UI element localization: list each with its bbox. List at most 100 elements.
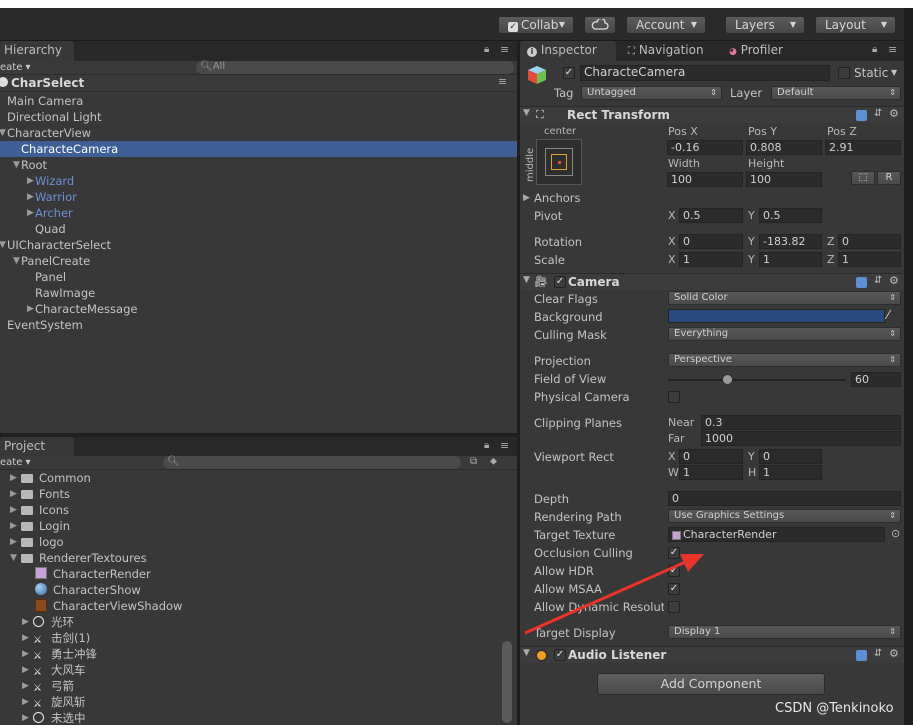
hierarchy-item[interactable]: Panel [0,269,517,285]
gameobject-name-field[interactable]: CharacteCamera [580,65,830,81]
project-item[interactable]: CharacterShow [0,582,500,598]
rendering-path-dropdown[interactable]: Use Graphics Settings ⇕ [668,509,901,523]
rect-transform-header[interactable]: ▼ ⛶ Rect Transform ⇵ ⚙ [520,106,904,123]
gameobject-active-checkbox[interactable]: ✓ [563,67,575,79]
add-component-button[interactable]: Add Component [597,673,825,695]
project-item[interactable]: ▶ Icons [0,502,500,518]
help-icon[interactable] [856,110,867,121]
layer-dropdown[interactable]: Default ⇕ [771,86,901,100]
pos-y-field[interactable]: 0.808 [746,140,822,155]
expand-arrow-down-icon[interactable]: ▼ [13,157,20,173]
project-item[interactable]: ▶ ⚔ 弓箭 [0,678,500,694]
rotation-z-field[interactable]: 0 [838,234,901,249]
projection-dropdown[interactable]: Perspective ⇕ [668,353,901,367]
preset-icon[interactable]: ⇵ [874,108,882,119]
expand-arrow-down-icon[interactable]: ▼ [0,237,6,253]
project-item[interactable]: ▶ ⚔ 击剑(1) [0,630,500,646]
project-item[interactable]: ▼ RendererTextoures [0,550,500,566]
scene-header[interactable]: CharSelect ≡ [0,75,517,92]
hierarchy-search-input[interactable]: 🔍︎All [196,61,514,74]
settings-gear-icon[interactable]: ⚙ [889,107,899,120]
help-icon[interactable] [856,650,867,661]
project-item[interactable]: ▶ 未选中 [0,710,500,725]
settings-gear-icon[interactable]: ⚙ [889,647,899,660]
hierarchy-item[interactable]: ▶ CharacteMessage [0,301,517,317]
fov-value-field[interactable]: 60 [851,372,901,387]
fov-slider-thumb[interactable] [721,374,733,385]
tab-hierarchy[interactable]: Hierarchy [0,41,74,61]
tab-profiler[interactable]: ◕ Profiler [725,41,805,61]
object-picker-icon[interactable]: ⊙ [891,527,900,540]
project-create-dropdown[interactable]: eate ▾ [0,456,31,469]
expand-arrow-right-icon[interactable]: ▶ [27,301,34,317]
pivot-x-field[interactable]: 0.5 [679,208,743,223]
collapse-arrow-icon[interactable]: ▼ [523,275,530,285]
account-button[interactable]: Account ▼ [626,16,706,34]
expand-arrow-right-icon[interactable]: ▶ [22,662,29,678]
project-item[interactable]: CharacterRender [0,566,500,582]
filter-by-label-icon[interactable]: ⬥ [490,456,497,467]
expand-arrow-right-icon[interactable]: ▶ [22,646,29,662]
expand-arrow-right-icon[interactable]: ▶ [10,534,17,550]
hierarchy-item[interactable]: ▶ Warrior [0,189,517,205]
scene-menu-icon[interactable]: ≡ [498,75,507,88]
static-checkbox[interactable] [838,67,850,79]
expand-arrow-down-icon[interactable]: ▼ [10,550,17,566]
expand-arrow-down-icon[interactable]: ▼ [13,253,20,269]
lock-icon[interactable]: 🔒︎ [872,44,877,55]
project-scrollbar[interactable] [502,641,512,723]
rotation-y-field[interactable]: -183.82 [759,234,822,249]
scale-x-field[interactable]: 1 [679,252,743,267]
collab-button[interactable]: ✓ Collab ▼ [498,16,574,34]
expand-arrow-right-icon[interactable]: ▶ [27,173,34,189]
panel-menu-icon[interactable]: ≡ [500,439,509,452]
expand-arrow-right-icon[interactable]: ▶ [22,710,29,725]
physical-camera-checkbox[interactable] [668,391,680,403]
pivot-y-field[interactable]: 0.5 [759,208,822,223]
expand-arrow-right-icon[interactable]: ▶ [10,470,17,486]
depth-field[interactable]: 0 [668,491,901,506]
expand-arrow-right-icon[interactable]: ▶ [22,694,29,710]
pos-x-field[interactable]: -0.16 [667,140,743,155]
tab-project[interactable]: Project [0,437,74,457]
project-search-input[interactable]: 🔍︎ [163,456,461,469]
layers-button[interactable]: Layers ▼ [725,16,805,34]
project-item[interactable]: ▶ logo [0,534,500,550]
lock-icon[interactable]: 🔒︎ [484,44,489,55]
viewport-y-field[interactable]: 0 [759,449,822,464]
viewport-h-field[interactable]: 1 [759,465,822,480]
panel-menu-icon[interactable]: ≡ [500,43,509,56]
expand-arrow-right-icon[interactable]: ▶ [10,518,17,534]
expand-arrow-right-icon[interactable]: ▶ [22,614,29,630]
lock-icon[interactable]: 🔒︎ [484,440,489,451]
culling-mask-dropdown[interactable]: Everything ⇕ [668,327,901,341]
expand-arrow-right-icon[interactable]: ▶ [27,189,34,205]
expand-arrow-icon[interactable]: ▶ [523,191,530,205]
panel-menu-icon[interactable]: ≡ [888,43,897,56]
background-color-field[interactable] [668,309,885,323]
expand-arrow-right-icon[interactable]: ▶ [10,502,17,518]
preset-icon[interactable]: ⇵ [874,648,882,659]
hierarchy-item[interactable]: Directional Light [0,109,517,125]
blueprint-mode-button[interactable]: ⬚ [851,171,875,185]
hierarchy-item[interactable]: Main Camera [0,93,517,109]
project-item[interactable]: ▶ ⚔ 大风车 [0,662,500,678]
pos-z-field[interactable]: 2.91 [825,140,901,155]
near-field[interactable]: 0.3 [701,415,901,430]
settings-gear-icon[interactable]: ⚙ [889,274,899,287]
expand-arrow-right-icon[interactable]: ▶ [10,486,17,502]
project-item[interactable]: ▶ ⚔ 旋风斩 [0,694,500,710]
project-item[interactable]: ▶ 光环 [0,614,500,630]
hierarchy-item[interactable]: CharacteCamera [0,141,517,157]
hierarchy-item[interactable]: RawImage [0,285,517,301]
hierarchy-item[interactable]: Quad [0,221,517,237]
audio-listener-enabled-checkbox[interactable]: ✓ [554,649,566,661]
expand-arrow-down-icon[interactable]: ▼ [0,125,6,141]
camera-enabled-checkbox[interactable]: ✓ [554,276,566,288]
width-field[interactable]: 100 [667,172,743,187]
hierarchy-item[interactable]: ▶ Archer [0,205,517,221]
hierarchy-item[interactable]: ▼ Root [0,157,517,173]
hierarchy-item[interactable]: EventSystem [0,317,517,333]
hierarchy-item[interactable]: ▼ PanelCreate [0,253,517,269]
expand-arrow-right-icon[interactable]: ▶ [22,678,29,694]
